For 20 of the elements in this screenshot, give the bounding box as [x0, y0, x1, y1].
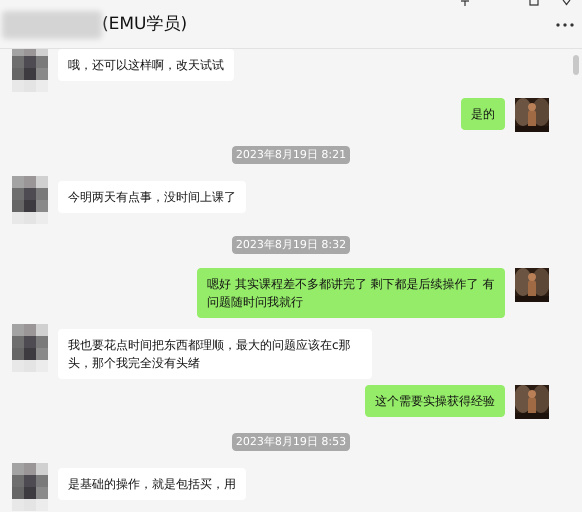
avatar[interactable]	[12, 463, 48, 511]
avatar[interactable]	[12, 49, 48, 92]
close-icon[interactable]	[561, 0, 571, 6]
message-bubble: 是的	[461, 98, 505, 130]
maximize-icon[interactable]	[529, 0, 539, 6]
message-bubble: 嗯好 其实课程差不多都讲完了 剩下都是后续操作了 有问题随时问我就行	[197, 268, 505, 318]
timestamp: 2023年8月19日 8:53	[232, 433, 350, 451]
avatar[interactable]	[12, 324, 48, 372]
timestamp: 2023年8月19日 8:21	[232, 146, 350, 164]
more-icon[interactable]	[556, 23, 574, 27]
avatar[interactable]	[12, 176, 48, 224]
scrollbar[interactable]	[573, 55, 579, 75]
message-bubble: 是基础的操作，就是包括买，用	[58, 468, 246, 500]
chat-title: (EMU学员)	[102, 13, 188, 36]
message-bubble: 今明两天有点事，没时间上课了	[58, 181, 246, 213]
pin-icon[interactable]	[460, 0, 470, 6]
message-bubble: 哦，还可以这样啊，改天试试	[58, 49, 234, 81]
timestamp: 2023年8月19日 8:32	[232, 236, 350, 254]
message-bubble: 这个需要实操获得经验	[365, 385, 505, 417]
message-bubble: 我也要花点时间把东西都理顺，最大的问题应该在c那头，那个我完全没有头绪	[58, 329, 372, 379]
